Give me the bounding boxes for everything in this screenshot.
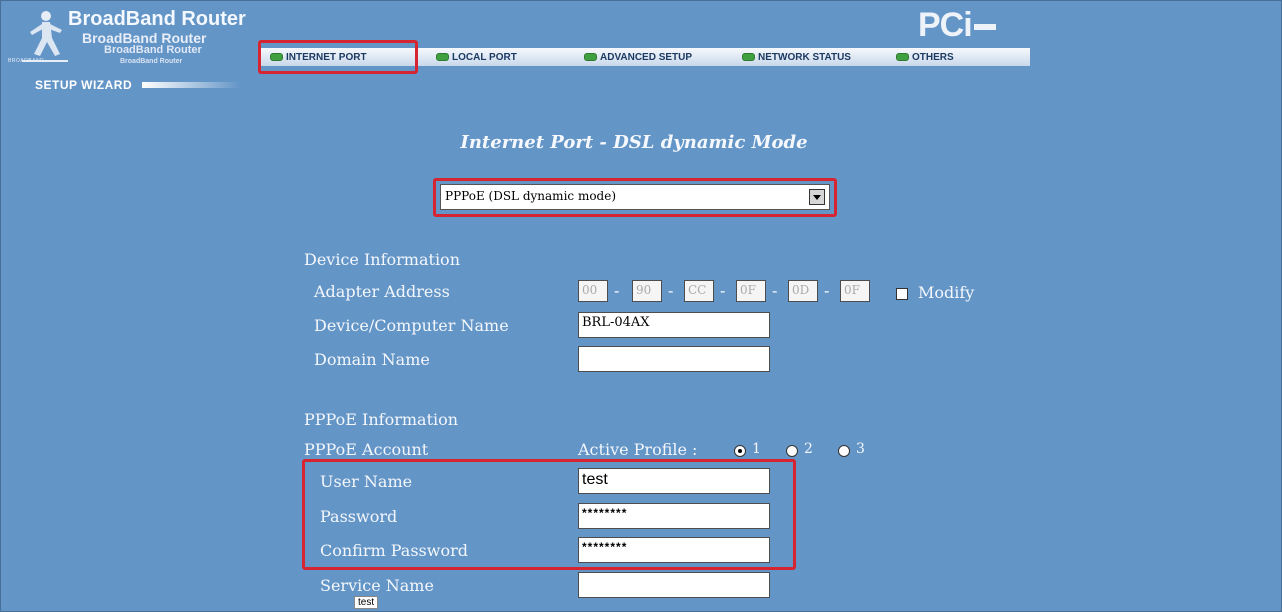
pppoe-account-label: PPPoE Account bbox=[304, 440, 429, 459]
tooltip: test bbox=[354, 596, 379, 609]
mac-octet-5[interactable]: 0D bbox=[788, 280, 818, 302]
highlight-mode-select bbox=[433, 178, 837, 217]
profile-radio-1[interactable] bbox=[734, 445, 746, 457]
mac-octet-1[interactable]: 00 bbox=[578, 280, 608, 302]
highlight-internet-port bbox=[258, 40, 418, 74]
logo-dash bbox=[973, 24, 996, 31]
profile-label-1: 1 bbox=[752, 441, 761, 457]
tab-label: OTHERS bbox=[912, 51, 954, 63]
mac-separator: - bbox=[720, 281, 726, 300]
brand-caption: BROADBAND bbox=[8, 58, 45, 64]
pppoe-section-heading: PPPoE Information bbox=[304, 410, 459, 429]
tab-label: NETWORK STATUS bbox=[758, 51, 851, 63]
tab-bullet-icon bbox=[742, 53, 755, 61]
brand-title: BroadBand Router bbox=[68, 8, 246, 30]
page-title: Internet Port - DSL dynamic Mode bbox=[460, 132, 808, 153]
modify-checkbox[interactable] bbox=[896, 288, 908, 300]
tab-others[interactable]: OTHERS bbox=[896, 48, 1006, 66]
tab-bullet-icon bbox=[896, 53, 909, 61]
mac-octet-6[interactable]: 0F bbox=[840, 280, 870, 302]
tab-network-status[interactable]: NETWORK STATUS bbox=[742, 48, 896, 66]
modify-label: Modify bbox=[918, 283, 975, 302]
highlight-credentials bbox=[302, 459, 796, 570]
domain-name-label: Domain Name bbox=[314, 350, 430, 369]
tab-label: LOCAL PORT bbox=[452, 51, 517, 63]
mac-separator: - bbox=[614, 281, 620, 300]
mac-octet-4[interactable]: 0F bbox=[736, 280, 766, 302]
tab-label: ADVANCED SETUP bbox=[600, 51, 693, 63]
mac-separator: - bbox=[772, 281, 778, 300]
device-name-label: Device/Computer Name bbox=[314, 316, 509, 335]
setup-wizard-link[interactable]: SETUP WIZARD bbox=[35, 78, 132, 92]
domain-name-input[interactable] bbox=[578, 346, 770, 372]
brand-title-echo-2: BroadBand Router bbox=[104, 44, 202, 56]
profile-label-3: 3 bbox=[856, 441, 865, 457]
tab-local-port[interactable]: LOCAL PORT bbox=[436, 48, 584, 66]
tab-bullet-icon bbox=[436, 53, 449, 61]
profile-label-2: 2 bbox=[804, 441, 813, 457]
service-name-input[interactable] bbox=[578, 572, 770, 598]
tab-advanced-setup[interactable]: ADVANCED SETUP bbox=[584, 48, 742, 66]
profile-radio-3[interactable] bbox=[838, 445, 850, 457]
tab-bullet-icon bbox=[584, 53, 597, 61]
device-name-input[interactable]: BRL-04AX bbox=[578, 312, 770, 338]
adapter-address-label: Adapter Address bbox=[314, 282, 450, 301]
profile-radio-2[interactable] bbox=[786, 445, 798, 457]
service-name-label: Service Name bbox=[320, 576, 434, 595]
mac-octet-3[interactable]: CC bbox=[684, 280, 714, 302]
active-profile-label: Active Profile : bbox=[578, 440, 698, 459]
brand-title-echo-3: BroadBand Router bbox=[120, 58, 183, 65]
setup-wizard-bar bbox=[142, 82, 240, 88]
mac-octet-2[interactable]: 90 bbox=[632, 280, 662, 302]
mac-separator: - bbox=[668, 281, 674, 300]
device-section-heading: Device Information bbox=[304, 250, 460, 269]
mac-separator: - bbox=[824, 281, 830, 300]
logo-text: PCi bbox=[918, 6, 973, 44]
pci-logo: PCi bbox=[918, 6, 996, 45]
